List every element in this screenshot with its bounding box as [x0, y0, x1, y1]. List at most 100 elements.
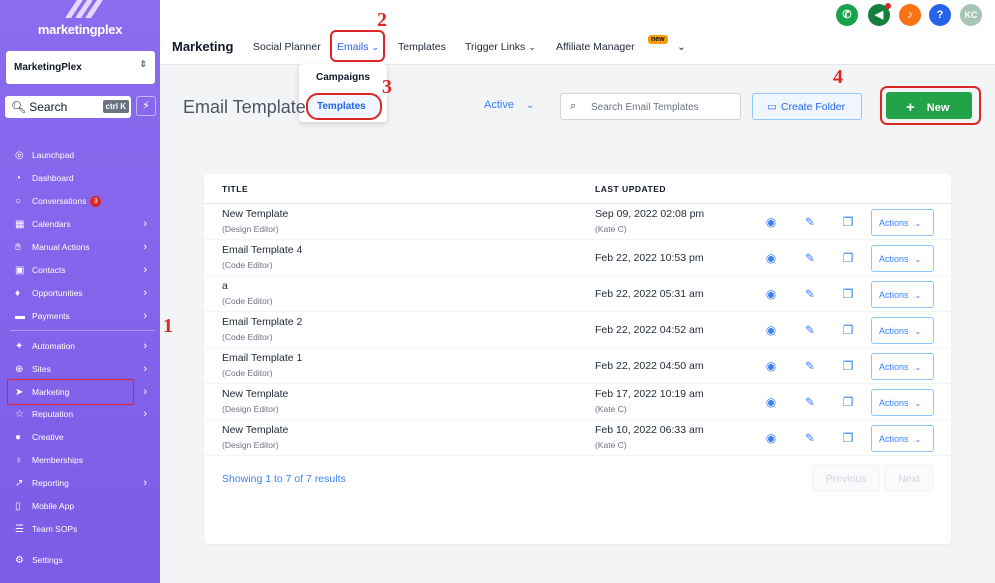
- template-name[interactable]: New Template: [222, 424, 288, 436]
- sidebar-item-payments[interactable]: ▬ Payments ›: [10, 306, 150, 326]
- template-name[interactable]: New Template: [222, 208, 288, 220]
- edit-pencil-icon[interactable]: ✎: [802, 430, 818, 446]
- sidebar-item-creative[interactable]: ● Creative: [10, 427, 150, 447]
- chevron-down-icon: ⌄: [914, 255, 922, 264]
- template-name[interactable]: Email Template 1: [222, 352, 302, 364]
- table-row[interactable]: New Template (Design Editor) Sep 09, 202…: [204, 204, 951, 240]
- bell-icon[interactable]: ♪: [899, 4, 921, 26]
- copy-icon[interactable]: ❐: [840, 214, 856, 230]
- nav-affiliate-manager[interactable]: Affiliate Manager new: [556, 35, 668, 53]
- table-row[interactable]: New Template (Design Editor) Feb 10, 202…: [204, 420, 951, 456]
- phone-icon: ▯: [15, 500, 21, 512]
- dropdown-item-campaigns[interactable]: Campaigns: [316, 72, 370, 83]
- sidebar-item-label: Reporting: [32, 478, 69, 488]
- copy-icon[interactable]: ❐: [840, 358, 856, 374]
- flame-icon: ♦: [15, 287, 21, 299]
- actions-dropdown[interactable]: Actions ⌄: [871, 317, 934, 344]
- template-name[interactable]: Email Template 4: [222, 244, 302, 256]
- table-row[interactable]: Email Template 2 (Code Editor) Feb 22, 2…: [204, 312, 951, 348]
- create-folder-label: Create Folder: [780, 101, 846, 113]
- sidebar-item-launchpad[interactable]: ◎ Launchpad: [10, 145, 150, 165]
- copy-icon[interactable]: ❐: [840, 430, 856, 446]
- preview-icon[interactable]: ◉: [763, 394, 779, 410]
- chevron-right-icon: ›: [143, 310, 147, 322]
- template-name[interactable]: Email Template 2: [222, 316, 302, 328]
- chevron-right-icon: ›: [143, 218, 147, 230]
- search-placeholder: Search Email Templates: [591, 102, 699, 113]
- megaphone-icon[interactable]: ◀: [868, 3, 891, 26]
- next-page-button[interactable]: Next: [884, 464, 934, 492]
- copy-icon[interactable]: ❐: [840, 394, 856, 410]
- table-row[interactable]: Email Template 1 (Code Editor) Feb 22, 2…: [204, 348, 951, 384]
- create-folder-button[interactable]: ▭ Create Folder: [752, 93, 862, 120]
- column-header-title[interactable]: TITLE: [222, 184, 248, 194]
- phone-icon[interactable]: ✆: [836, 4, 858, 26]
- edit-pencil-icon[interactable]: ✎: [802, 358, 818, 374]
- copy-icon[interactable]: ❐: [840, 250, 856, 266]
- actions-dropdown[interactable]: Actions ⌄: [871, 281, 934, 308]
- actions-dropdown[interactable]: Actions ⌄: [871, 353, 934, 380]
- sidebar-item-mobile-app[interactable]: ▯ Mobile App: [10, 496, 150, 516]
- preview-icon[interactable]: ◉: [763, 286, 779, 302]
- new-template-button[interactable]: + New: [886, 92, 972, 119]
- sidebar-item-label: Team SOPs: [32, 524, 78, 534]
- table-row[interactable]: New Template (Design Editor) Feb 17, 202…: [204, 384, 951, 420]
- actions-dropdown[interactable]: Actions ⌄: [871, 389, 934, 416]
- template-name[interactable]: a: [222, 280, 228, 292]
- sidebar-item-memberships[interactable]: ♁ Memberships: [10, 450, 150, 470]
- copy-icon[interactable]: ❐: [840, 322, 856, 338]
- chevron-down-icon: ⌄: [525, 100, 535, 111]
- nav-social-planner[interactable]: Social Planner: [253, 41, 321, 53]
- logo[interactable]: marketingplex: [0, 0, 160, 45]
- preview-icon[interactable]: ◉: [763, 430, 779, 446]
- sidebar-item-settings[interactable]: ⚙︎ Settings: [10, 550, 150, 570]
- sidebar-item-label: Creative: [32, 432, 64, 442]
- preview-icon[interactable]: ◉: [763, 214, 779, 230]
- template-name[interactable]: New Template: [222, 388, 288, 400]
- dropdown-item-templates[interactable]: Templates: [306, 93, 382, 120]
- nav-templates[interactable]: Templates: [398, 41, 446, 53]
- sidebar-item-reporting[interactable]: ↗ Reporting ›: [10, 473, 150, 493]
- column-header-last-updated[interactable]: LAST UPDATED: [595, 184, 666, 194]
- table-row[interactable]: Email Template 4 (Code Editor) Feb 22, 2…: [204, 240, 951, 276]
- account-switcher[interactable]: MarketingPlex ⇕: [6, 51, 155, 84]
- sidebar-item-dashboard[interactable]: ◔ Dashboard: [10, 168, 150, 188]
- edit-pencil-icon[interactable]: ✎: [802, 394, 818, 410]
- avatar[interactable]: KC: [960, 4, 982, 26]
- sidebar-item-sites[interactable]: ⊕ Sites ›: [10, 359, 150, 379]
- sidebar-search[interactable]: 🔍︎ Search ctrl K: [5, 96, 131, 118]
- template-search-input[interactable]: ⌕ Search Email Templates: [560, 93, 741, 120]
- edit-pencil-icon[interactable]: ✎: [802, 286, 818, 302]
- chat-icon: ○: [15, 195, 22, 207]
- preview-icon[interactable]: ◉: [763, 358, 779, 374]
- sidebar-item-automation[interactable]: ✦ Automation ›: [10, 336, 150, 356]
- chevron-down-icon[interactable]: ⌄: [677, 41, 686, 53]
- actions-label: Actions: [879, 218, 909, 228]
- copy-icon[interactable]: ❐: [840, 286, 856, 302]
- edit-pencil-icon[interactable]: ✎: [802, 250, 818, 266]
- sidebar-item-manual-actions[interactable]: ✋︎ Manual Actions ›: [10, 237, 150, 257]
- nav-trigger-links[interactable]: Trigger Links ⌄: [465, 41, 536, 53]
- sidebar-item-team-sops[interactable]: ☰ Team SOPs: [10, 519, 150, 539]
- status-filter[interactable]: Active ⌄: [484, 99, 534, 111]
- sidebar-item-opportunities[interactable]: ♦ Opportunities ›: [10, 283, 150, 303]
- sidebar-item-calendars[interactable]: ▦ Calendars ›: [10, 214, 150, 234]
- sidebar-item-contacts[interactable]: ▣ Contacts ›: [10, 260, 150, 280]
- status-filter-label: Active: [484, 99, 514, 111]
- editor-type: (Design Editor): [222, 224, 279, 234]
- help-icon[interactable]: ?: [929, 4, 951, 26]
- sidebar-item-reputation[interactable]: ☆ Reputation ›: [10, 404, 150, 424]
- previous-page-button[interactable]: Previous: [812, 464, 880, 492]
- actions-dropdown[interactable]: Actions ⌄: [871, 425, 934, 452]
- edit-pencil-icon[interactable]: ✎: [802, 322, 818, 338]
- actions-dropdown[interactable]: Actions ⌄: [871, 245, 934, 272]
- edit-pencil-icon[interactable]: ✎: [802, 214, 818, 230]
- sidebar-item-conversations[interactable]: ○ Conversations 3: [10, 191, 150, 211]
- preview-icon[interactable]: ◉: [763, 250, 779, 266]
- table-row[interactable]: a (Code Editor) Feb 22, 2022 05:31 am ◉ …: [204, 276, 951, 312]
- quick-action-bolt-icon[interactable]: ⚡︎: [136, 96, 156, 116]
- actions-dropdown[interactable]: Actions ⌄: [871, 209, 934, 236]
- notification-dot: [885, 3, 891, 9]
- chevron-down-icon: ⌄: [914, 435, 922, 444]
- preview-icon[interactable]: ◉: [763, 322, 779, 338]
